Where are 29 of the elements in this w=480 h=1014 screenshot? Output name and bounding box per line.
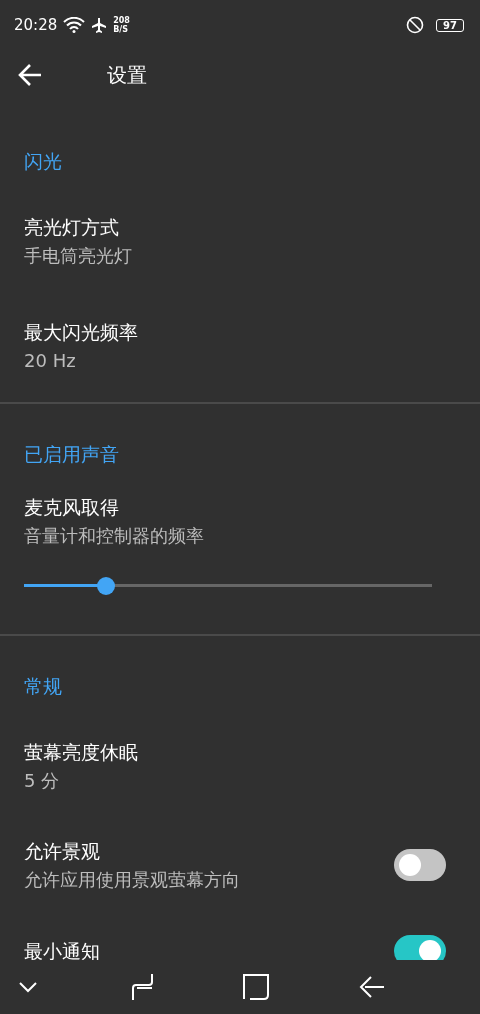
back-arrow-icon	[17, 62, 43, 88]
setting-title: 最小通知	[24, 939, 101, 960]
setting-title: 允许景观	[24, 839, 101, 864]
chevron-down-icon[interactable]	[18, 981, 38, 993]
network-speed: 208 B/S	[113, 16, 130, 34]
airplane-icon	[91, 17, 108, 33]
toggle-switch[interactable]	[394, 849, 446, 881]
page-title: 设置	[107, 61, 147, 89]
section-title: 常规	[23, 674, 63, 699]
section-title: 闪光	[23, 149, 63, 174]
setting-summary: 音量计和控制器的频率	[24, 524, 205, 548]
setting-summary: 5 分	[24, 769, 61, 793]
back-button[interactable]	[17, 62, 43, 88]
setting-title: 亮光灯方式	[24, 215, 120, 240]
setting-title: 麦克风取得	[24, 495, 120, 520]
setting-title: 最大闪光频率	[24, 320, 139, 345]
section-title: 已启用声音	[23, 442, 120, 467]
slider-track[interactable]	[24, 577, 432, 595]
do-not-disturb-icon	[406, 16, 425, 34]
wifi-icon	[63, 17, 86, 33]
clock-time: 20:28	[14, 16, 58, 34]
setting-summary: 20 Hz	[24, 349, 77, 373]
back-nav-icon[interactable]	[358, 974, 385, 1000]
toggle-switch[interactable]	[394, 935, 446, 960]
setting-summary: 手电筒亮光灯	[24, 244, 133, 268]
setting-summary: 允许应用使用景观萤幕方向	[24, 868, 241, 892]
slider-thumb[interactable]	[96, 577, 115, 595]
setting-title: 萤幕亮度休眠	[24, 740, 139, 765]
battery-level: 97	[436, 18, 464, 32]
